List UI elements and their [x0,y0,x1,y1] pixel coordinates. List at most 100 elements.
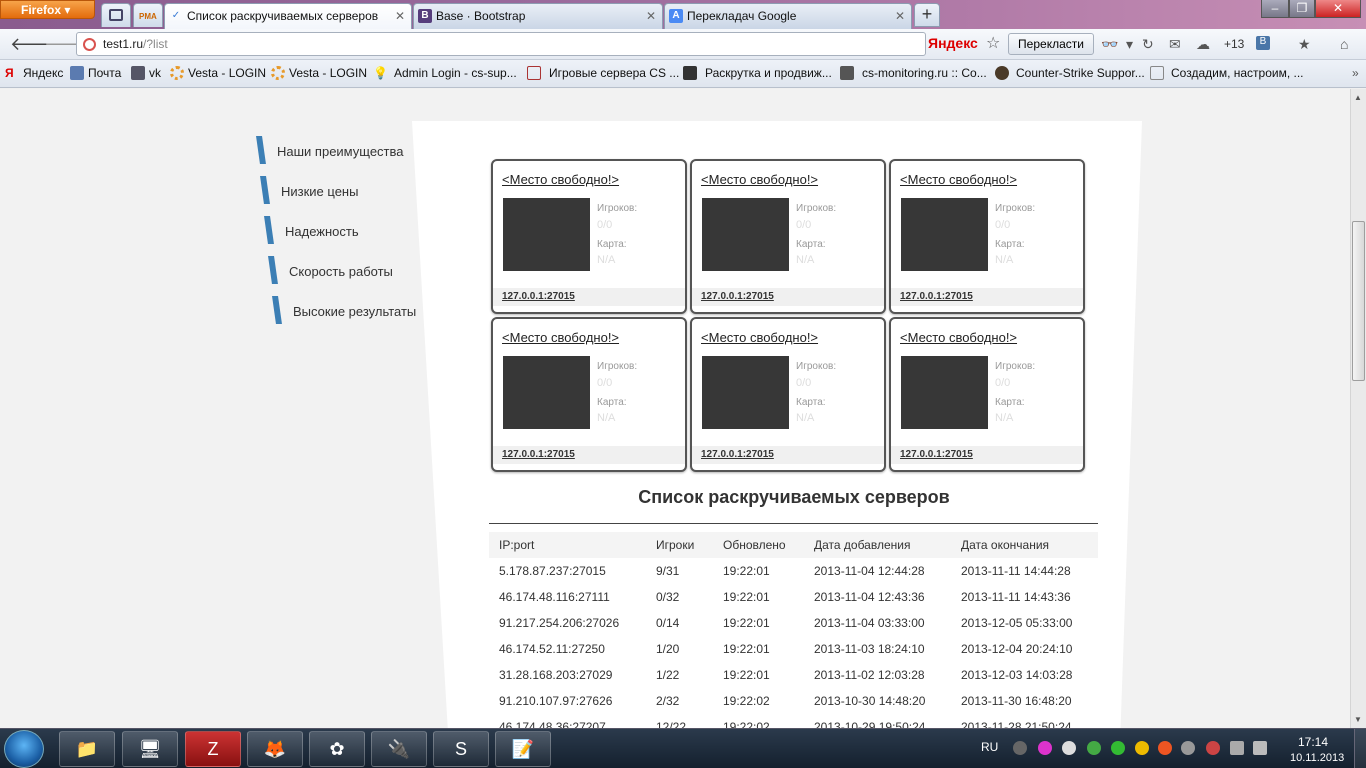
clock-date[interactable]: 10.11.2013 [1290,752,1344,764]
bookmark-game-servers[interactable]: Игровые сервера CS ... [527,66,679,80]
server-address-link[interactable]: 127.0.0.1:27015 [502,449,575,460]
server-address-link[interactable]: 127.0.0.1:27015 [502,291,575,302]
bookmark-cs-support[interactable]: Counter-Strike Suppor... [995,66,1145,80]
close-tab-icon[interactable]: ✕ [395,9,405,23]
close-tab-icon[interactable]: ✕ [646,9,656,23]
vk-icon[interactable]: В [1256,36,1270,50]
tray-mask-icon[interactable] [1062,741,1076,755]
tray-warning-icon[interactable] [1158,741,1172,755]
card-title[interactable]: <Место свободно!> [502,172,619,187]
tab-google-translate[interactable]: A Перекладач Google ✕ [664,3,912,29]
map-thumbnail [901,198,988,271]
tray-shield-icon[interactable] [1111,741,1125,755]
tray-pen-icon[interactable] [1038,741,1052,755]
address-bar[interactable]: test1.ru/?list [76,32,926,56]
icq-taskbar-icon[interactable]: ✿ [309,731,365,767]
card-title[interactable]: <Место свободно!> [900,172,1017,187]
server-card[interactable]: <Место свободно!> Игроков: 0/0 Карта: N/… [491,317,687,472]
sidebar-item-label: Низкие цены [281,184,359,199]
page-scrollbar[interactable]: ▲ ▼ [1350,89,1366,728]
scrollbar-thumb[interactable] [1352,221,1365,381]
server-card[interactable]: <Место свободно!> Игроков: 0/0 Карта: N/… [889,317,1085,472]
server-card[interactable]: <Место свободно!> Игроков: 0/0 Карта: N/… [690,317,886,472]
tray-notification-icon[interactable] [1135,741,1149,755]
weather-icon[interactable]: ☁ [1196,36,1210,53]
card-title[interactable]: <Место свободно!> [701,172,818,187]
bookmark-vk[interactable]: vk [131,66,161,80]
bookmark-mail[interactable]: Почта [70,66,121,80]
map-label: Карта: [796,239,826,250]
sidebar-accent-bar [268,256,278,284]
tab-bootstrap[interactable]: B Base · Bootstrap ✕ [413,3,663,29]
firefox-taskbar-icon[interactable]: 🦊 [247,731,303,767]
language-indicator[interactable]: RU [981,740,998,754]
mail-icon[interactable]: ✉ [1169,36,1181,53]
server-card[interactable]: <Место свободно!> Игроков: 0/0 Карта: N/… [889,159,1085,314]
counter-badge[interactable]: +13 [1224,37,1244,51]
bookmark-cs-monitoring[interactable]: cs-monitoring.ru :: Co... [840,66,987,80]
card-footer: 127.0.0.1:27015 [891,446,1083,464]
server-address-link[interactable]: 127.0.0.1:27015 [900,291,973,302]
network-icon[interactable] [1230,741,1244,755]
cell-date-end: 2013-11-30 16:48:20 [961,694,1072,708]
tray-app-icon[interactable] [1013,741,1027,755]
skype-taskbar-icon[interactable]: S [433,731,489,767]
bookmarks-overflow-icon[interactable]: » [1352,66,1359,80]
card-title[interactable]: <Место свободно!> [502,330,619,345]
card-title[interactable]: <Место свободно!> [900,330,1017,345]
scroll-up-icon[interactable]: ▲ [1354,93,1362,102]
site-identity-icon[interactable] [83,38,96,51]
bookmark-yandex[interactable]: Я Яндекс [5,66,63,80]
network-taskbar-icon[interactable]: 🔌 [371,731,427,767]
yandex-search-logo[interactable]: Яндекс [928,35,978,51]
players-value: 0/0 [597,219,613,231]
tray-flag-icon[interactable] [1206,741,1220,755]
scroll-down-icon[interactable]: ▼ [1354,715,1362,724]
notepad-taskbar-icon[interactable]: 📝 [495,731,551,767]
maximize-button[interactable]: ❐ [1289,0,1315,18]
server-card[interactable]: <Место свободно!> Игроков: 0/0 Карта: N/… [491,159,687,314]
card-title[interactable]: <Место свободно!> [701,330,818,345]
server-address-link[interactable]: 127.0.0.1:27015 [701,291,774,302]
tray-check-icon[interactable] [1087,741,1101,755]
bookmark-admin-login[interactable]: 💡 Admin Login - cs-sup... [373,66,517,80]
pinned-tab-1[interactable] [101,3,131,27]
close-window-button[interactable]: ✕ [1315,0,1361,18]
url-path: /?list [143,37,168,51]
firefox-menu-button[interactable]: Firefox ▾ [0,0,95,19]
bookmark-promotion[interactable]: Раскрутка и продвиж... [683,66,832,80]
bookmarks-toolbar: Я Яндекс Почта vk Vesta - LOGIN Vesta - L… [0,60,1366,88]
home-icon[interactable]: ⌂ [1340,36,1348,52]
reload-icon[interactable]: ↻ [1142,36,1154,53]
server-card[interactable]: <Место свободно!> Игроков: 0/0 Карта: N/… [690,159,886,314]
server-address-link[interactable]: 127.0.0.1:27015 [701,449,774,460]
clock-time[interactable]: 17:14 [1298,735,1328,749]
bookmarks-menu-icon[interactable]: ★ [1298,36,1311,53]
computer-taskbar-icon[interactable]: 🖥 [122,731,178,767]
bookmark-star-icon[interactable]: ☆ [986,33,1000,53]
bookmark-vesta-2[interactable]: Vesta - LOGIN [271,66,367,80]
translate-button[interactable]: Перекласти [1008,33,1094,55]
start-button[interactable] [4,730,44,768]
filezilla-taskbar-icon[interactable]: Z [185,731,241,767]
tab-label: Перекладач Google [687,9,797,23]
bookmark-vesta-1[interactable]: Vesta - LOGIN [170,66,266,80]
close-tab-icon[interactable]: ✕ [895,9,905,23]
server-address-link[interactable]: 127.0.0.1:27015 [900,449,973,460]
cell-ip: 46.174.48.36:27207 [499,720,606,728]
volume-icon[interactable] [1253,741,1267,755]
glasses-icon[interactable]: 👓 [1101,36,1118,53]
minimize-button[interactable]: – [1261,0,1289,18]
tray-tool-icon[interactable] [1181,741,1195,755]
dropdown-icon[interactable]: ▾ [1126,36,1133,53]
map-value: N/A [796,254,815,266]
tab-server-list[interactable]: ✓ Список раскручиваемых серверов ✕ [164,3,412,29]
pinned-tab-pma[interactable]: PMA [133,3,163,27]
show-desktop-button[interactable] [1354,729,1366,768]
bookmark-create-setup[interactable]: Создадим, настроим, ... [1150,66,1304,80]
explorer-taskbar-icon[interactable]: 📁 [59,731,115,767]
sidebar-item-label: Скорость работы [289,264,393,279]
new-tab-button[interactable]: + [914,3,940,27]
cell-ip: 5.178.87.237:27015 [499,564,606,578]
map-thumbnail [901,356,988,429]
